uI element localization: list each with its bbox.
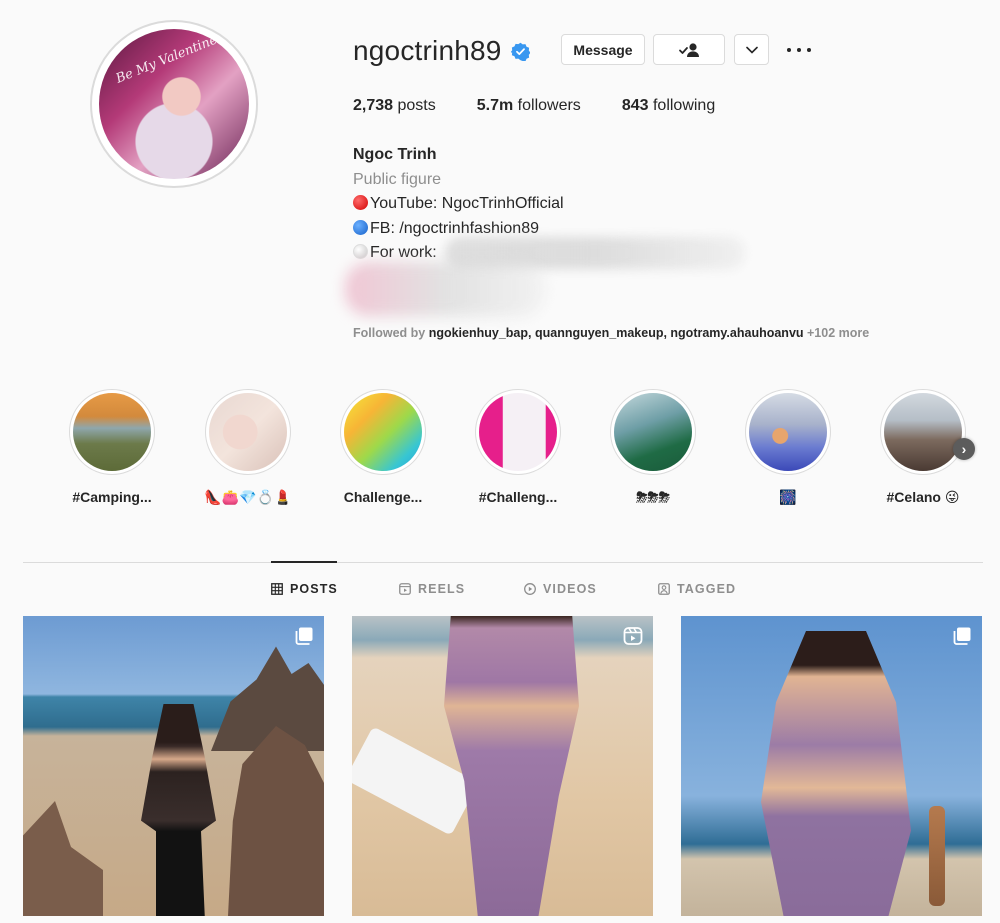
redacted-link-blur bbox=[345, 262, 545, 316]
person-figure bbox=[444, 616, 579, 916]
cliff-shape bbox=[211, 646, 324, 751]
tag-icon bbox=[658, 583, 670, 595]
followers-stat[interactable]: 5.7m followers bbox=[477, 97, 581, 115]
highlight-cover bbox=[209, 393, 287, 471]
highlight-label: #Camping... bbox=[72, 489, 152, 505]
highlight-item[interactable]: Challenge... bbox=[328, 389, 438, 505]
profile-avatar[interactable]: Be My Valentine bbox=[90, 20, 258, 188]
red-circle-icon bbox=[353, 195, 368, 210]
highlight-label: ⛈⛈⛈ bbox=[636, 489, 670, 505]
highlight-cover bbox=[614, 393, 692, 471]
play-icon bbox=[524, 583, 536, 595]
followed-by-text[interactable]: Followed by ngokienhuy_bap, quannguyen_m… bbox=[353, 326, 869, 340]
full-name: Ngoc Trinh bbox=[353, 146, 437, 163]
reels-icon bbox=[399, 583, 411, 595]
story-highlights: #Camping... 👠👛💎💍💄 Challenge... #Challeng… bbox=[60, 389, 990, 509]
tab-reels[interactable]: REELS bbox=[399, 582, 465, 596]
username: ngoctrinh89 bbox=[353, 35, 502, 66]
highlight-label: Challenge... bbox=[343, 489, 423, 505]
avatar-image: Be My Valentine bbox=[99, 29, 249, 179]
decor-lantern bbox=[929, 806, 945, 906]
white-circle-icon bbox=[353, 244, 368, 259]
profile-tabs: POSTS REELS VIDEOS TAGGED bbox=[0, 582, 1000, 598]
suggested-dropdown-button[interactable] bbox=[734, 34, 769, 65]
highlight-item[interactable]: #Challeng... bbox=[463, 389, 573, 505]
highlight-item[interactable]: 🎆 bbox=[733, 389, 843, 506]
chevron-down-icon bbox=[745, 46, 758, 54]
blue-circle-icon bbox=[353, 219, 368, 235]
more-horizontal-icon[interactable] bbox=[787, 40, 811, 60]
highlight-item[interactable]: 👠👛💎💍💄 bbox=[193, 389, 303, 506]
person-figure bbox=[761, 631, 911, 916]
post-thumbnail[interactable] bbox=[352, 616, 653, 916]
username-row: ngoctrinh89 bbox=[353, 33, 530, 69]
tab-videos[interactable]: VIDEOS bbox=[524, 582, 597, 596]
grid-icon bbox=[271, 583, 283, 595]
profile-stats: 2,738 posts 5.7m followers 843 following bbox=[353, 97, 756, 115]
active-tab-indicator bbox=[271, 561, 337, 563]
person-figure bbox=[141, 704, 216, 916]
carousel-icon bbox=[953, 627, 971, 645]
post-thumbnail[interactable] bbox=[681, 616, 982, 916]
highlight-cover bbox=[479, 393, 557, 471]
tab-tagged[interactable]: TAGGED bbox=[658, 582, 736, 596]
person-check-icon bbox=[679, 42, 699, 57]
highlight-item[interactable]: ⛈⛈⛈ bbox=[598, 389, 708, 506]
following-button[interactable] bbox=[653, 34, 725, 65]
message-button[interactable]: Message bbox=[561, 34, 645, 65]
reels-icon bbox=[623, 627, 643, 645]
category-label: Public figure bbox=[353, 170, 442, 188]
tabs-divider bbox=[23, 562, 983, 563]
rock-shape bbox=[228, 726, 324, 916]
rock-shape bbox=[23, 801, 103, 916]
post-thumbnail[interactable] bbox=[23, 616, 324, 916]
highlight-label: 🎆 bbox=[779, 489, 797, 505]
avatar-script-text: Be My Valentine bbox=[113, 32, 220, 87]
verified-badge-icon bbox=[510, 42, 530, 61]
highlights-next-arrow-icon[interactable]: › bbox=[953, 438, 975, 460]
highlight-label: #Challeng... bbox=[478, 489, 558, 505]
highlight-cover bbox=[73, 393, 151, 471]
highlight-cover bbox=[884, 393, 962, 471]
highlight-cover bbox=[749, 393, 827, 471]
tab-posts[interactable]: POSTS bbox=[271, 582, 338, 596]
highlight-label: 👠👛💎💍💄 bbox=[204, 489, 292, 505]
posts-stat: 2,738 posts bbox=[353, 97, 436, 114]
highlight-item[interactable]: #Camping... bbox=[57, 389, 167, 505]
bio-line-youtube: YouTube: NgocTrinhOfficial bbox=[353, 192, 913, 217]
following-stat[interactable]: 843 following bbox=[622, 97, 715, 115]
carousel-icon bbox=[295, 627, 313, 645]
highlight-cover bbox=[344, 393, 422, 471]
highlight-label: #Celano 😜 bbox=[886, 489, 960, 505]
